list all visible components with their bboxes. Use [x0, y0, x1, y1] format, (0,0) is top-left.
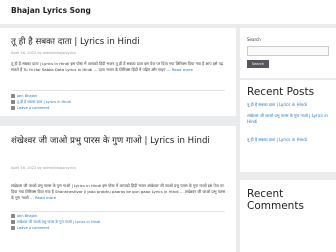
post-title-link[interactable]: तू ही है सबका दाता | Lyrics in Hindi — [11, 37, 225, 49]
site-header: Bhajan Lyrics Song — [0, 0, 336, 24]
post-divider — [11, 90, 225, 91]
recent-posts-widget: Recent Posts तू ही है सबका दाता | Lyrics… — [240, 80, 336, 172]
recent-post-link[interactable]: तू ही है सबका दाता | Lyrics in Hindi — [247, 137, 333, 143]
tag-link[interactable]: शंखेश्वर जी जाओ प्रभु पारस के गुण गाओ | … — [17, 220, 100, 224]
post-meta: April 16, 2022 by adminbhajanlyrics — [11, 166, 77, 170]
leave-comment-link[interactable]: Leave a comment — [17, 226, 49, 230]
post-card: शंखेश्वर जी जाओ प्रभु पारस के गुण गाओ | … — [0, 126, 236, 252]
post-excerpt: तू ही है सबका दाता | Lyrics in Hindi इस … — [11, 61, 227, 85]
post-comments: Leave a comment — [11, 106, 49, 111]
tag-icon — [11, 100, 15, 104]
post-tags: तू ही है सबका दाता | Lyrics in Hindi — [11, 100, 71, 105]
post-tags: शंखेश्वर जी जाओ प्रभु पारस के गुण गाओ | … — [11, 220, 100, 225]
post-divider — [11, 211, 225, 212]
category-link[interactable]: Jain Bhajan — [17, 214, 37, 218]
comment-icon — [11, 106, 15, 110]
post-category: Jain Bhajan — [11, 94, 37, 99]
search-label: Search — [247, 37, 261, 42]
post-meta: April 16, 2022 by adminbhajanlyrics — [11, 51, 77, 55]
recent-post-link[interactable]: शंखेश्वर जी जाओ प्रभु पारस के गुण गाओ | … — [247, 113, 333, 125]
folder-icon — [11, 214, 15, 218]
read-more-link[interactable]: Read more — [172, 67, 193, 72]
site-title-link[interactable]: Bhajan Lyrics Song — [11, 6, 91, 15]
comment-icon — [11, 226, 15, 230]
folder-icon — [11, 94, 15, 98]
recent-comments-widget: Recent Comments — [240, 180, 336, 252]
category-link[interactable]: Jain Bhajan — [17, 94, 37, 98]
recent-posts-title: Recent Posts — [247, 86, 315, 98]
tag-link[interactable]: तू ही है सबका दाता | Lyrics in Hindi — [17, 100, 71, 104]
post-card: तू ही है सबका दाता | Lyrics in Hindi Apr… — [0, 28, 236, 116]
search-widget: Search Search — [240, 28, 336, 78]
recent-comments-title: Recent Comments — [247, 188, 304, 212]
recent-post-link[interactable]: तू ही है सबका दाता | Lyrics in Hindi — [247, 102, 333, 108]
tag-icon — [11, 220, 15, 224]
post-title-link[interactable]: शंखेश्वर जी जाओ प्रभु पारस के गुण गाओ | … — [11, 136, 225, 148]
post-excerpt: शंखेश्वर जी जाओ प्रभु पारस के गुण गाओ | … — [11, 183, 227, 207]
read-more-link[interactable]: Read more — [35, 195, 56, 200]
leave-comment-link[interactable]: Leave a comment — [17, 106, 49, 110]
search-button[interactable]: Search — [247, 60, 269, 68]
post-category: Jain Bhajan — [11, 214, 37, 219]
post-comments: Leave a comment — [11, 226, 49, 231]
search-input[interactable] — [247, 46, 329, 56]
